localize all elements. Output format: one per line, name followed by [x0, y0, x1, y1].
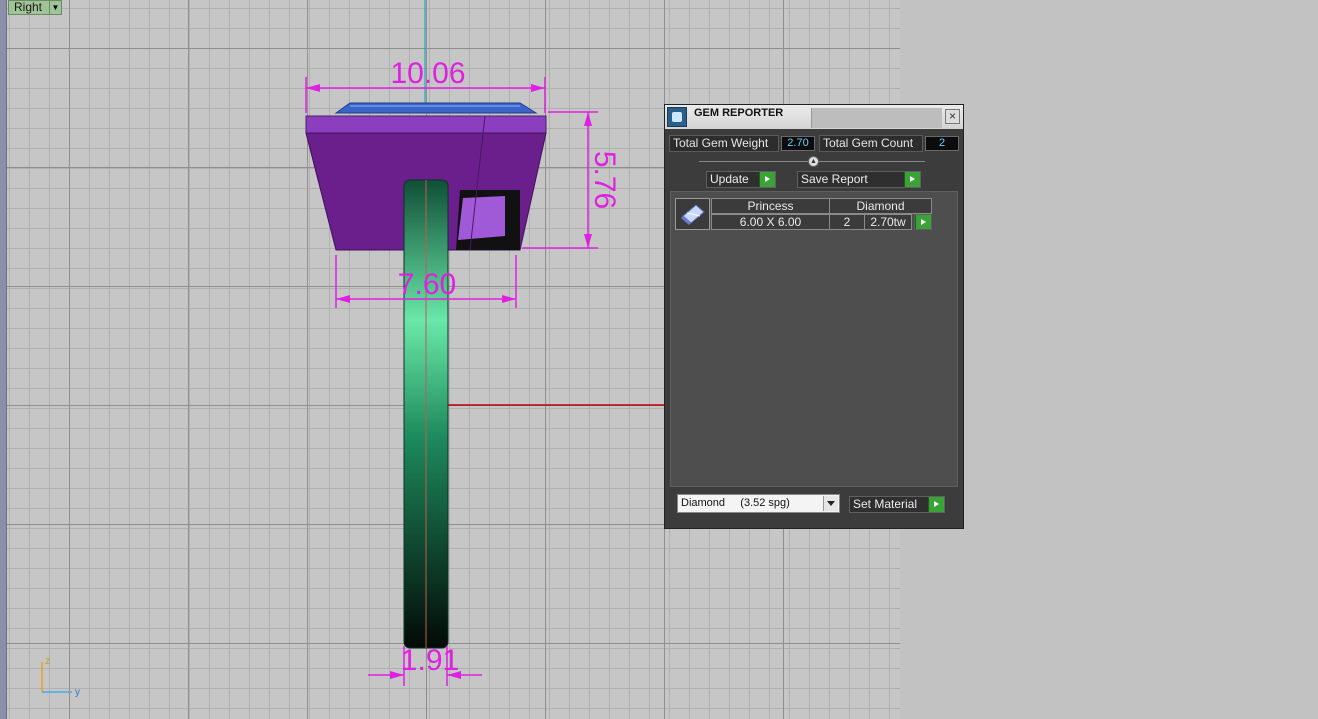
total-gem-weight-label: Total Gem Weight: [669, 135, 779, 152]
y-axis-label: y: [75, 687, 80, 698]
princess-gem-icon: [681, 204, 705, 225]
play-arrow-icon[interactable]: [759, 172, 775, 187]
gem-count-cell[interactable]: 2: [829, 214, 865, 230]
total-gem-weight-value: 2.70: [781, 136, 815, 151]
total-gem-count-label: Total Gem Count: [819, 135, 923, 152]
dim-arrow: [584, 234, 592, 248]
material-dropdown-value: Diamond (3.52 spg): [681, 497, 790, 509]
dim-arrow: [306, 84, 320, 92]
gem-row-action-button[interactable]: [914, 214, 932, 230]
gem-size-cell[interactable]: 6.00 X 6.00: [711, 214, 830, 230]
set-material-button-label: Set Material: [853, 497, 918, 511]
titlebar-tab: [811, 108, 942, 128]
dim-label-base-width: 7.60: [398, 268, 456, 301]
chevron-up-icon[interactable]: ▲: [808, 156, 819, 167]
save-report-button[interactable]: Save Report: [797, 171, 921, 188]
dim-label-height: 5.76: [588, 151, 621, 209]
gem-reporter-titlebar[interactable]: GEM REPORTER ×: [665, 105, 963, 129]
material-dropdown[interactable]: Diamond (3.52 spg): [677, 494, 840, 513]
dim-arrow: [584, 112, 592, 126]
dim-label-top-width: 10.06: [390, 57, 465, 90]
dim-arrow: [531, 84, 545, 92]
dim-label-band-width: 1.91: [401, 644, 459, 677]
z-axis-label: z: [45, 656, 50, 667]
update-button-label: Update: [710, 172, 749, 186]
play-arrow-icon[interactable]: [915, 215, 931, 229]
total-gem-count-value: 2: [925, 136, 959, 151]
gem-shape-cell[interactable]: Princess: [711, 198, 830, 214]
gem-weight-cell[interactable]: 2.70tw: [864, 214, 912, 230]
setting-top-rim: [305, 115, 547, 134]
gem-reporter-app-icon: [667, 107, 687, 127]
chevron-down-icon[interactable]: [823, 496, 838, 511]
update-button[interactable]: Update: [706, 171, 776, 188]
save-report-button-label: Save Report: [801, 172, 868, 186]
gem-reporter-panel: GEM REPORTER × Total Gem Weight 2.70 Tot…: [664, 104, 964, 529]
set-material-button[interactable]: Set Material: [849, 496, 945, 513]
axis-gizmo: z y: [41, 656, 80, 698]
gem-table-facets: [334, 102, 538, 114]
play-arrow-icon[interactable]: [904, 172, 920, 187]
gem-reporter-title: GEM REPORTER: [694, 107, 784, 119]
close-icon[interactable]: ×: [945, 109, 960, 124]
setting-inner-gem: [458, 196, 505, 240]
play-arrow-icon[interactable]: [928, 497, 944, 512]
gem-thumbnail[interactable]: [675, 198, 710, 230]
dim-arrow: [502, 295, 516, 303]
gem-material-cell[interactable]: Diamond: [829, 198, 932, 214]
dim-arrow: [336, 295, 350, 303]
gem-list[interactable]: Princess Diamond 6.00 X 6.00 2 2.70tw: [670, 191, 958, 487]
